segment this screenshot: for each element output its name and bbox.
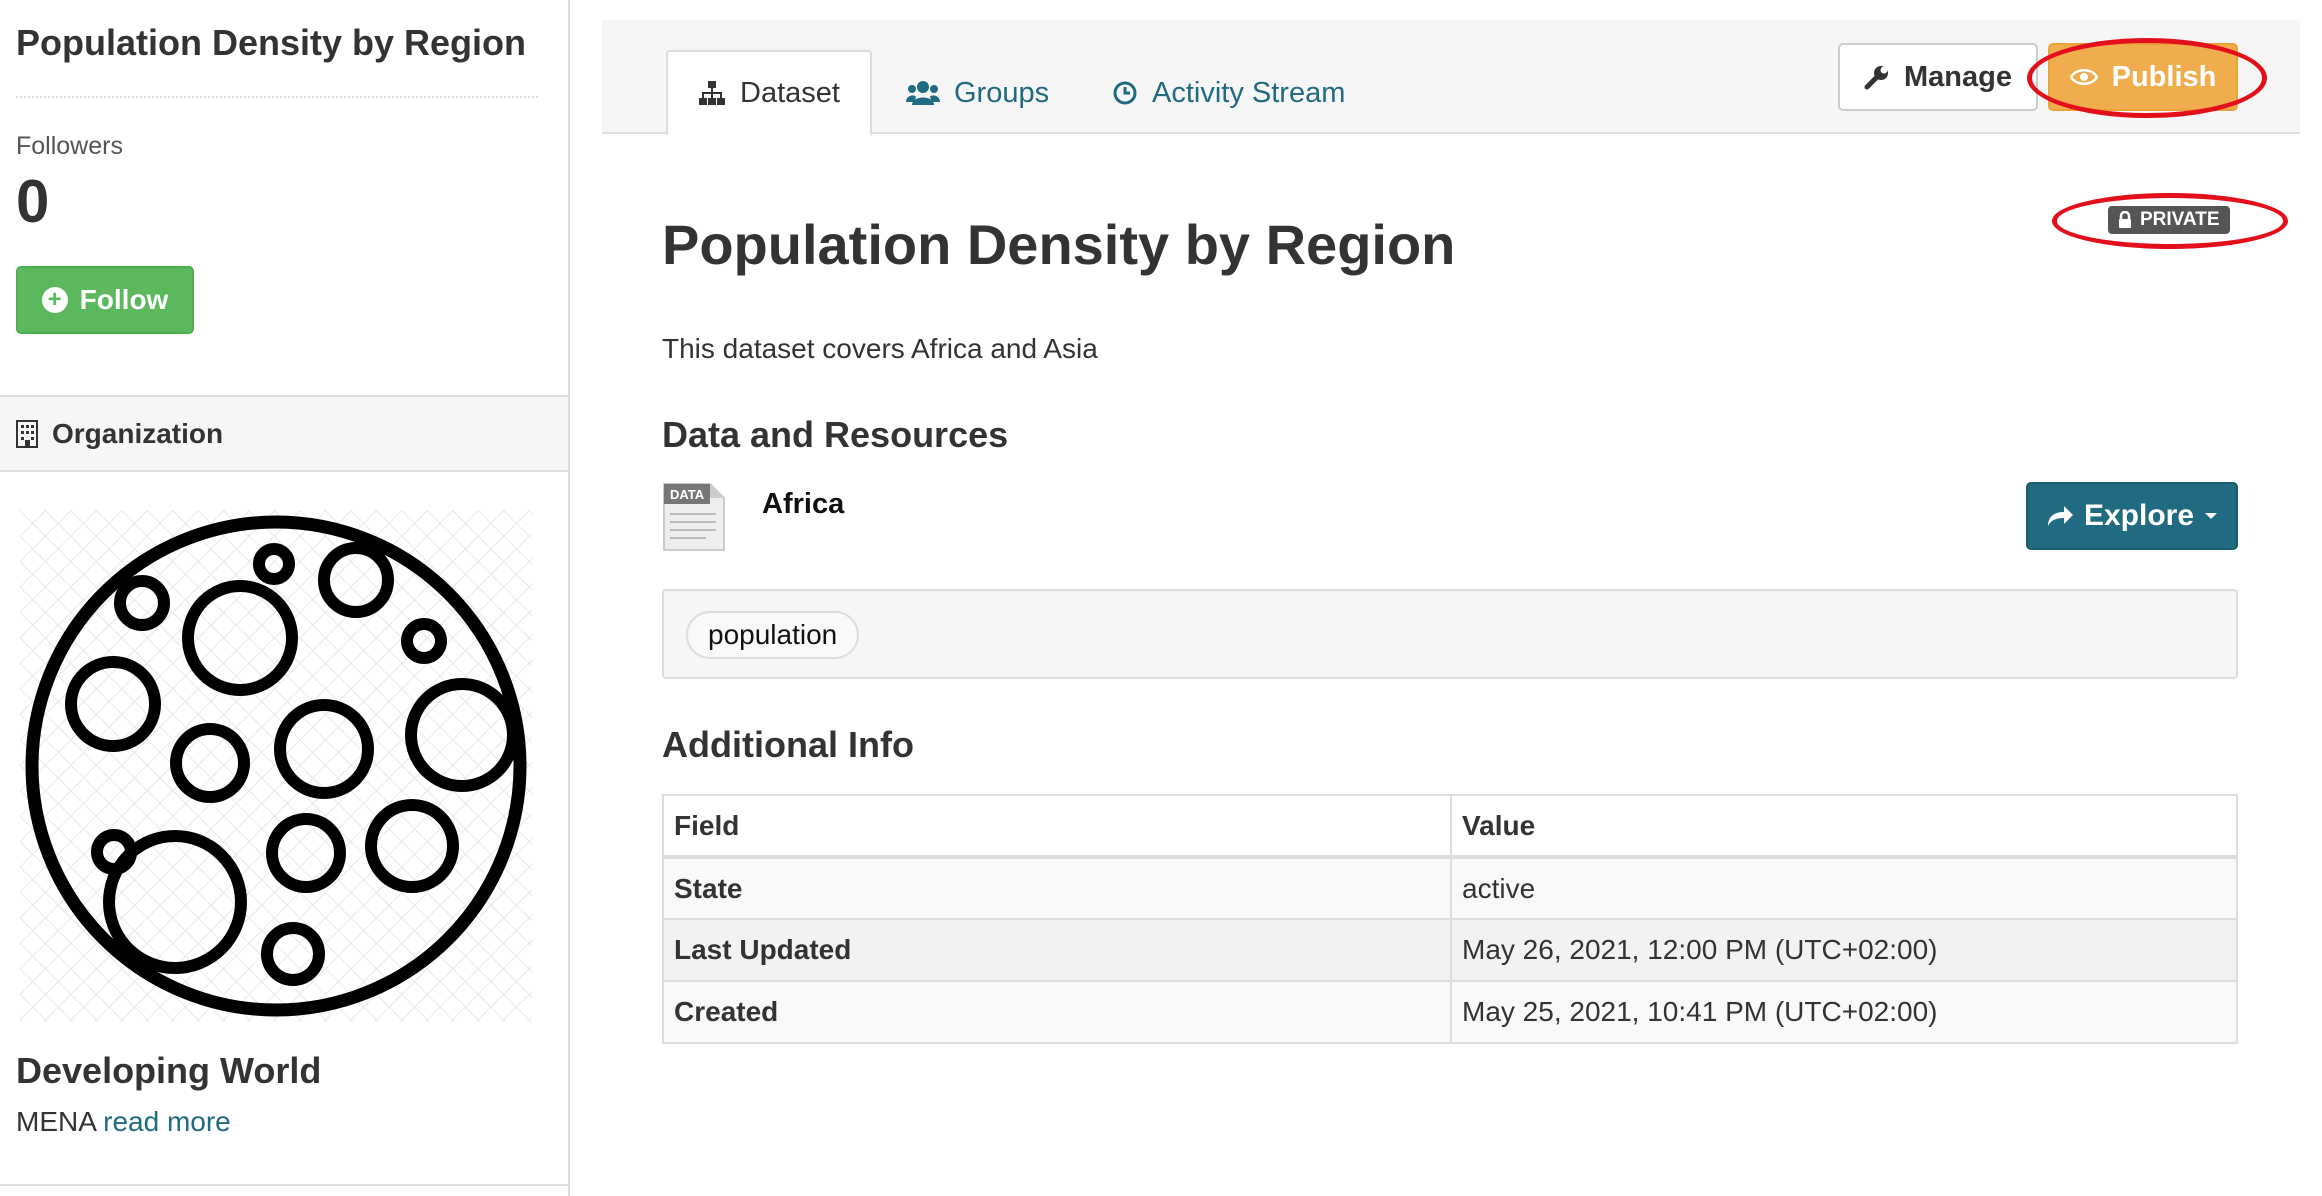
- tab-groups-label: Groups: [954, 76, 1050, 109]
- row-value: May 26, 2021, 12:00 PM (UTC+02:00): [1450, 918, 2238, 982]
- additional-info-heading: Additional Info: [662, 724, 914, 765]
- follow-button-label: Follow: [79, 284, 169, 315]
- table-row: Last Updated May 26, 2021, 12:00 PM (UTC…: [662, 918, 2238, 982]
- row-field: State: [662, 856, 1452, 920]
- column-header-field: Field: [662, 794, 1452, 859]
- row-field: Last Updated: [662, 918, 1452, 982]
- table-header-row: Field Value: [662, 794, 2238, 859]
- followers-label: Followers: [16, 132, 123, 160]
- manage-button[interactable]: Manage: [1838, 43, 2038, 111]
- building-icon: [16, 419, 38, 448]
- resources-heading: Data and Resources: [662, 414, 1009, 455]
- explore-button-label: Explore: [2083, 499, 2195, 532]
- data-file-icon[interactable]: DATA: [662, 482, 726, 552]
- caret-down-icon: [2205, 513, 2218, 519]
- manage-button-label: Manage: [1904, 60, 2012, 93]
- row-value: active: [1450, 856, 2238, 920]
- resource-item: DATA: [662, 482, 726, 552]
- tag-pill[interactable]: population: [686, 611, 860, 659]
- dataset-title: Population Density by Region: [662, 213, 1456, 276]
- tag-list: population: [662, 589, 2238, 679]
- tab-groups[interactable]: Groups: [906, 50, 1049, 136]
- organization-description-text: MENA: [16, 1106, 96, 1137]
- annotation-circle-private: [2052, 193, 2288, 249]
- organization-logo[interactable]: [20, 510, 532, 1022]
- dataset-description: This dataset covers Africa and Asia: [662, 333, 1098, 364]
- divider: [16, 96, 538, 98]
- column-header-value: Value: [1450, 794, 2238, 859]
- read-more-link[interactable]: read more: [103, 1106, 231, 1137]
- wrench-icon: [1864, 66, 1888, 90]
- tab-activity-stream-label: Activity Stream: [1152, 76, 1346, 109]
- resource-title-link[interactable]: Africa: [762, 488, 844, 521]
- sidebar: Population Density by Region Followers 0…: [0, 0, 570, 1196]
- follow-button[interactable]: + Follow: [16, 266, 194, 334]
- explore-button[interactable]: Explore: [2026, 482, 2238, 550]
- additional-info-table: Field Value State active Last Updated Ma…: [662, 794, 2238, 1044]
- data-file-icon-text: DATA: [670, 487, 705, 502]
- row-field: Created: [662, 980, 1452, 1044]
- followers-count: 0: [16, 168, 50, 235]
- organization-name[interactable]: Developing World: [16, 1050, 321, 1092]
- tab-dataset[interactable]: Dataset: [666, 50, 872, 136]
- table-row: State active: [662, 856, 2238, 920]
- sidebar-dataset-title: Population Density by Region: [16, 22, 527, 63]
- table-row: Created May 25, 2021, 10:41 PM (UTC+02:0…: [662, 980, 2238, 1044]
- tab-activity-stream[interactable]: Activity Stream: [1112, 50, 1345, 136]
- annotation-circle-publish: [2027, 38, 2267, 118]
- organization-header: Organization: [0, 397, 568, 472]
- clock-icon: [1113, 81, 1137, 105]
- row-value: May 25, 2021, 10:41 PM (UTC+02:00): [1450, 980, 2238, 1044]
- tab-dataset-label: Dataset: [740, 76, 840, 109]
- users-icon: [906, 81, 940, 105]
- divider: [0, 1184, 568, 1186]
- plus-circle-icon: +: [41, 287, 68, 313]
- share-arrow-icon: [2047, 506, 2073, 526]
- organization-description: MENA read more: [16, 1106, 231, 1138]
- sitemap-icon: [699, 81, 725, 105]
- organization-label: Organization: [52, 417, 224, 449]
